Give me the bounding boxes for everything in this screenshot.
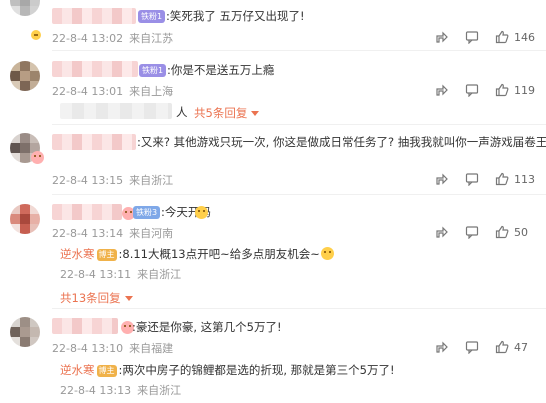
chevron-down-icon	[251, 111, 260, 116]
username-blurred[interactable]	[52, 134, 136, 150]
username-blurred[interactable]	[52, 204, 122, 220]
emoji-icon	[195, 206, 208, 219]
comment-text: :又来? 其他游戏只玩一次, 你这是做成日常任务了? 抽我我就叫你一声游戏届卷王	[137, 135, 546, 149]
comment-actions: 113	[419, 172, 536, 186]
comment-text: :豪还是你豪, 这第几个5万了!	[132, 320, 282, 334]
reply-author[interactable]: 逆水寒	[60, 247, 95, 261]
like-count: 146	[514, 30, 535, 44]
avatar[interactable]	[10, 61, 40, 91]
like-count: 113	[514, 172, 535, 186]
like-icon[interactable]	[495, 340, 509, 354]
reply-text: :两次中房子的锦鲤都是选的折现, 那就是第三个5万了!	[118, 363, 395, 377]
reply-meta: 22-8-4 13:11 来自浙江	[60, 266, 335, 282]
comment-actions: 146	[419, 30, 536, 44]
comment-icon[interactable]	[465, 30, 479, 44]
blogger-badge: 博主	[96, 365, 117, 377]
comment-text: :笑死我了 五万仔又出现了!	[166, 9, 305, 23]
comment-actions: 119	[419, 83, 536, 97]
comment-meta: 22-8-4 13:01 来自上海	[52, 83, 173, 99]
chevron-down-icon	[124, 296, 133, 301]
comment-time: 22-8-4 13:15	[52, 174, 124, 187]
reply-time: 22-8-4 13:11	[60, 268, 132, 281]
comment-icon[interactable]	[465, 83, 479, 97]
reply-preview-blurred	[60, 103, 172, 119]
blogger-reply: 逆水寒 博主:两次中房子的锦鲤都是选的折现, 那就是第三个5万了! 22-8-4 …	[60, 362, 395, 397]
like-icon[interactable]	[495, 83, 509, 97]
view-replies-link[interactable]: 共13条回复	[60, 290, 133, 306]
comment-meta: 22-8-4 13:15 来自浙江	[52, 172, 173, 188]
username-blurred[interactable]	[52, 318, 118, 334]
comment-icon[interactable]	[465, 340, 479, 354]
comment-location: 来自河南	[129, 227, 174, 240]
username-blurred[interactable]	[52, 61, 138, 77]
like-count: 50	[514, 225, 528, 239]
view-replies-label: 共13条回复	[60, 291, 121, 305]
share-icon[interactable]	[435, 83, 449, 97]
like-icon[interactable]	[495, 30, 509, 44]
share-icon[interactable]	[435, 30, 449, 44]
share-icon[interactable]	[435, 172, 449, 186]
comment-meta: 22-8-4 13:10 来自福建	[52, 340, 173, 356]
comment-location: 来自上海	[129, 85, 174, 98]
reply-location: 来自浙江	[137, 268, 182, 281]
reply-line: 逆水寒 博主:两次中房子的锦鲤都是选的折现, 那就是第三个5万了!	[60, 362, 395, 378]
like-icon[interactable]	[495, 172, 509, 186]
blogger-badge: 博主	[96, 249, 117, 261]
comment-icon[interactable]	[465, 225, 479, 239]
reply-line: 逆水寒 博主:8.11大概13点开吧~给多点朋友机会~	[60, 246, 335, 262]
emoji-icon	[320, 247, 334, 260]
fan-badge: 铁粉3	[133, 206, 161, 219]
comment-location: 来自江苏	[129, 32, 174, 45]
emoji-icon	[31, 30, 41, 40]
like-count: 47	[514, 340, 528, 354]
fan-badge: 铁粉1	[139, 64, 167, 77]
like-icon[interactable]	[495, 225, 509, 239]
comment-meta: 22-8-4 13:14 来自河南	[52, 225, 173, 241]
comment-time: 22-8-4 13:02	[52, 32, 124, 45]
comment-actions: 47	[419, 340, 536, 354]
comment-actions: 50	[419, 225, 536, 239]
divider	[52, 308, 546, 309]
comment-icon[interactable]	[465, 172, 479, 186]
view-replies-link[interactable]: 共5条回复	[194, 105, 260, 121]
comment-time: 22-8-4 13:10	[52, 342, 124, 355]
divider	[52, 124, 546, 125]
comment-time: 22-8-4 13:01	[52, 85, 124, 98]
share-icon[interactable]	[435, 225, 449, 239]
reply-location: 来自浙江	[137, 384, 182, 397]
share-icon[interactable]	[435, 340, 449, 354]
view-replies-label: 共5条回复	[194, 106, 248, 120]
reply-time: 22-8-4 13:13	[60, 384, 132, 397]
avatar[interactable]	[10, 317, 40, 347]
fan-badge: 铁粉1	[138, 10, 166, 23]
avatar[interactable]	[10, 0, 40, 16]
reply-meta: 22-8-4 13:13 来自浙江	[60, 382, 395, 398]
reply-preview-suffix: 人	[176, 105, 188, 119]
reply-text: :8.11大概13点开吧~给多点朋友机会~	[118, 247, 320, 261]
comment-location: 来自浙江	[129, 174, 174, 187]
reply-author[interactable]: 逆水寒	[60, 363, 95, 377]
emoji-icon	[31, 151, 44, 164]
divider	[52, 50, 546, 51]
divider	[52, 194, 546, 195]
blogger-reply: 逆水寒 博主:8.11大概13点开吧~给多点朋友机会~ 22-8-4 13:11 来…	[60, 246, 335, 281]
avatar[interactable]	[10, 204, 40, 234]
comment-text: :你是不是送五万上瘾	[167, 63, 275, 77]
comment-meta: 22-8-4 13:02 来自江苏	[52, 30, 173, 46]
like-count: 119	[514, 83, 535, 97]
comment-location: 来自福建	[129, 342, 174, 355]
comment-time: 22-8-4 13:14	[52, 227, 124, 240]
username-blurred[interactable]	[52, 8, 136, 24]
